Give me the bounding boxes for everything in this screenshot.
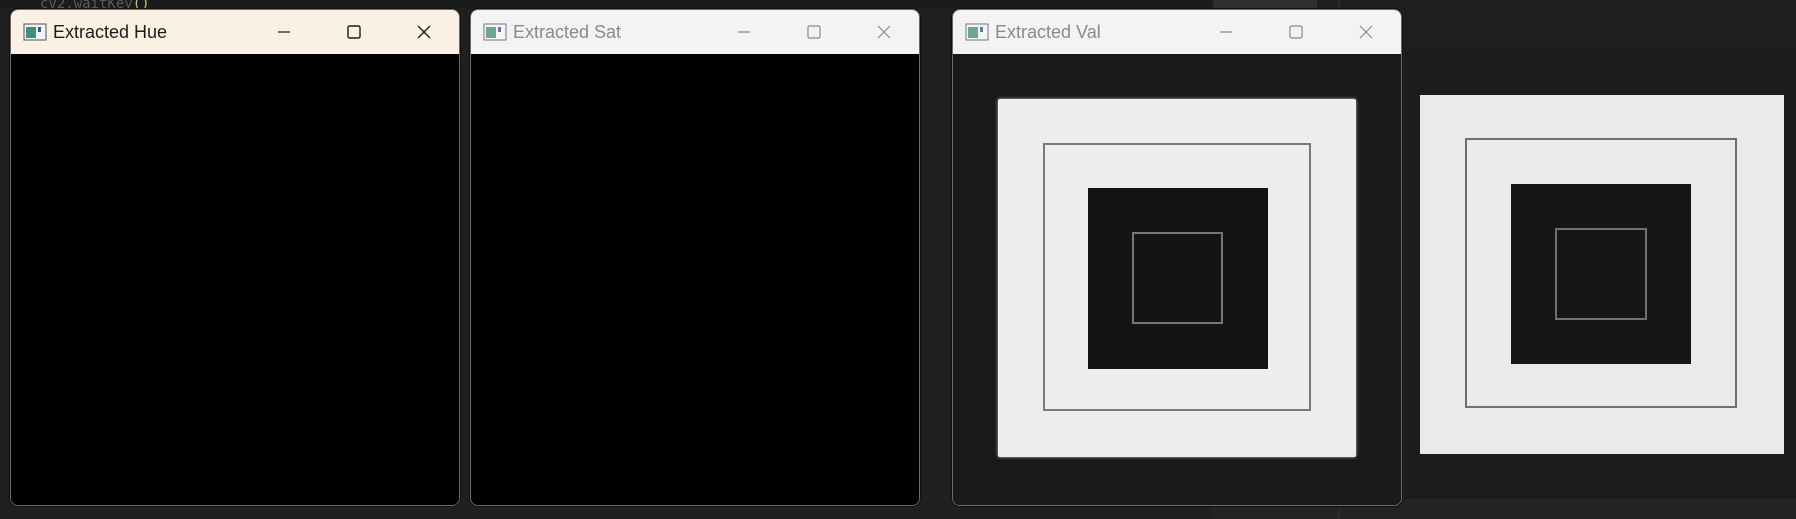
maximize-button[interactable] [1261, 10, 1331, 54]
minimize-icon [738, 31, 750, 33]
window-extracted-hue[interactable]: Extracted Hue [10, 9, 460, 506]
window-title: Extracted Val [995, 21, 1101, 42]
minimize-icon [278, 31, 290, 33]
minimize-button[interactable] [709, 10, 779, 54]
titlebar[interactable]: Extracted Hue [11, 10, 459, 54]
close-icon [1359, 25, 1373, 39]
val-image-canvas [953, 54, 1401, 505]
minimize-button[interactable] [249, 10, 319, 54]
maximize-icon [807, 25, 821, 39]
image-inner-ring [1555, 228, 1647, 320]
window-title: Extracted Sat [513, 21, 622, 42]
window-controls [1191, 10, 1401, 54]
image-inner-ring [1132, 232, 1223, 324]
sat-image-canvas [471, 54, 919, 505]
opencv-window-icon [483, 23, 507, 41]
close-button[interactable] [1331, 10, 1401, 54]
maximize-icon [1289, 25, 1303, 39]
opencv-window-icon [965, 23, 989, 41]
close-icon [417, 25, 431, 39]
close-button[interactable] [849, 10, 919, 54]
titlebar[interactable]: Extracted Sat [471, 10, 919, 54]
window-title: Extracted Hue [53, 21, 168, 42]
hue-image-canvas [11, 54, 459, 505]
window-extracted-val[interactable]: Extracted Val [952, 9, 1402, 506]
close-icon [877, 25, 891, 39]
maximize-button[interactable] [319, 10, 389, 54]
close-button[interactable] [389, 10, 459, 54]
window-extracted-sat[interactable]: Extracted Sat [470, 9, 920, 506]
maximize-button[interactable] [779, 10, 849, 54]
val-image [953, 54, 1401, 505]
minimize-icon [1220, 31, 1232, 33]
maximize-icon [347, 25, 361, 39]
background-image-window [1404, 49, 1796, 499]
minimize-button[interactable] [1191, 10, 1261, 54]
window-controls [709, 10, 919, 54]
opencv-window-icon [23, 23, 47, 41]
window-controls [249, 10, 459, 54]
titlebar[interactable]: Extracted Val [953, 10, 1401, 54]
